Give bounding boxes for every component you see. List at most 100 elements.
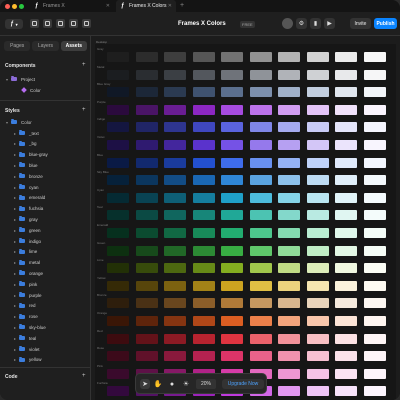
color-swatch[interactable] (278, 210, 300, 221)
color-swatch[interactable] (164, 210, 186, 221)
publish-button[interactable]: Publish (374, 18, 397, 29)
document-title[interactable]: Frames X Colors (178, 21, 226, 27)
style-folder-violet[interactable]: ▸ violet (0, 344, 90, 354)
color-swatch[interactable] (249, 316, 272, 326)
color-swatch[interactable] (306, 192, 329, 203)
upgrade-button[interactable]: Upgrade Now (222, 379, 264, 389)
color-swatch[interactable] (278, 333, 300, 344)
color-swatch[interactable] (278, 263, 300, 274)
tab-layers[interactable]: Layers (32, 41, 59, 51)
settings-button[interactable]: ⚙ (296, 18, 307, 29)
color-swatch[interactable] (221, 298, 243, 309)
color-swatch[interactable] (164, 351, 186, 362)
color-swatch[interactable] (335, 175, 357, 186)
main-menu-button[interactable]: ƒ ▾ (5, 19, 23, 29)
color-swatch[interactable] (306, 210, 329, 221)
preview-button[interactable]: ▶ (324, 18, 335, 29)
color-swatch[interactable] (249, 210, 272, 221)
style-folder-fuchsia[interactable]: ▸ fuchsia (0, 204, 90, 214)
color-swatch[interactable] (221, 351, 243, 362)
color-swatch[interactable] (221, 333, 243, 344)
color-swatch[interactable] (249, 192, 272, 203)
style-folder-color[interactable]: ▾ Color (0, 117, 90, 127)
color-swatch[interactable] (107, 69, 129, 80)
insert-grid-button[interactable] (56, 19, 65, 28)
color-swatch[interactable] (335, 280, 357, 291)
maximize-window-button[interactable] (19, 4, 24, 9)
color-swatch[interactable] (107, 351, 129, 362)
color-swatch[interactable] (249, 333, 272, 344)
color-swatch[interactable] (107, 228, 129, 238)
color-swatch[interactable] (306, 351, 329, 362)
color-swatch[interactable] (278, 122, 300, 133)
color-swatch[interactable] (107, 298, 129, 309)
color-swatch[interactable] (221, 122, 243, 133)
color-swatch[interactable] (107, 333, 129, 344)
style-folder-red[interactable]: ▸ red (0, 301, 90, 311)
color-swatch[interactable] (164, 104, 186, 115)
select-tool-button[interactable]: ➤ (140, 379, 150, 389)
color-swatch[interactable] (363, 351, 386, 362)
color-swatch[interactable] (192, 316, 215, 326)
insert-text-button[interactable] (69, 19, 78, 28)
color-swatch[interactable] (107, 87, 129, 98)
color-swatch[interactable] (335, 351, 357, 362)
color-swatch[interactable] (335, 140, 357, 150)
color-swatch[interactable] (107, 104, 129, 115)
color-swatch[interactable] (306, 368, 329, 379)
color-swatch[interactable] (363, 386, 386, 397)
color-swatch[interactable] (335, 228, 357, 238)
color-swatch[interactable] (249, 351, 272, 362)
color-swatch[interactable] (249, 87, 272, 98)
color-swatch[interactable] (335, 52, 357, 62)
analytics-button[interactable]: ▮ (310, 18, 321, 29)
minimize-window-button[interactable] (12, 4, 17, 9)
color-swatch[interactable] (249, 52, 272, 62)
color-swatch[interactable] (135, 87, 158, 98)
color-swatch[interactable] (135, 316, 158, 326)
color-swatch[interactable] (107, 210, 129, 221)
color-swatch[interactable] (107, 122, 129, 133)
color-swatch[interactable] (164, 69, 186, 80)
color-swatch[interactable] (249, 140, 272, 150)
color-swatch[interactable] (306, 263, 329, 274)
color-swatch[interactable] (164, 52, 186, 62)
tab-pages[interactable]: Pages (4, 41, 31, 51)
insert-stack-button[interactable] (43, 19, 52, 28)
color-swatch[interactable] (135, 263, 158, 274)
style-folder-blue-gray[interactable]: ▸ blue-gray (0, 150, 90, 160)
color-swatch[interactable] (221, 87, 243, 98)
color-swatch[interactable] (192, 175, 215, 186)
color-swatch[interactable] (335, 333, 357, 344)
color-swatch[interactable] (278, 386, 300, 397)
color-swatch[interactable] (363, 316, 386, 326)
color-swatch[interactable] (363, 228, 386, 238)
style-folder-lime[interactable]: ▸ lime (0, 247, 90, 257)
color-swatch[interactable] (306, 298, 329, 309)
color-swatch[interactable] (306, 122, 329, 133)
color-swatch[interactable] (107, 192, 129, 203)
color-swatch[interactable] (107, 157, 129, 168)
color-swatch[interactable] (306, 87, 329, 98)
style-folder-purple[interactable]: ▸ purple (0, 290, 90, 300)
color-swatch[interactable] (278, 192, 300, 203)
tab-frames-x-colors[interactable]: ƒ Frames X Colors ✕ (116, 0, 176, 12)
color-swatch[interactable] (192, 228, 215, 238)
color-swatch[interactable] (135, 280, 158, 291)
color-swatch[interactable] (278, 280, 300, 291)
color-swatch[interactable] (278, 69, 300, 80)
color-swatch[interactable] (278, 104, 300, 115)
color-swatch[interactable] (363, 210, 386, 221)
style-folder-gray[interactable]: ▸ gray (0, 214, 90, 224)
color-swatch[interactable] (306, 104, 329, 115)
color-swatch[interactable] (335, 210, 357, 221)
theme-toggle-button[interactable]: ☀ (181, 379, 191, 389)
style-folder-teal[interactable]: ▸ teal (0, 333, 90, 343)
color-swatch[interactable] (192, 87, 215, 98)
style-folder-blue[interactable]: ▸ blue (0, 160, 90, 170)
color-swatch[interactable] (278, 52, 300, 62)
color-swatch[interactable] (192, 280, 215, 291)
color-swatch[interactable] (135, 298, 158, 309)
color-swatch[interactable] (363, 52, 386, 62)
color-swatch[interactable] (335, 368, 357, 379)
